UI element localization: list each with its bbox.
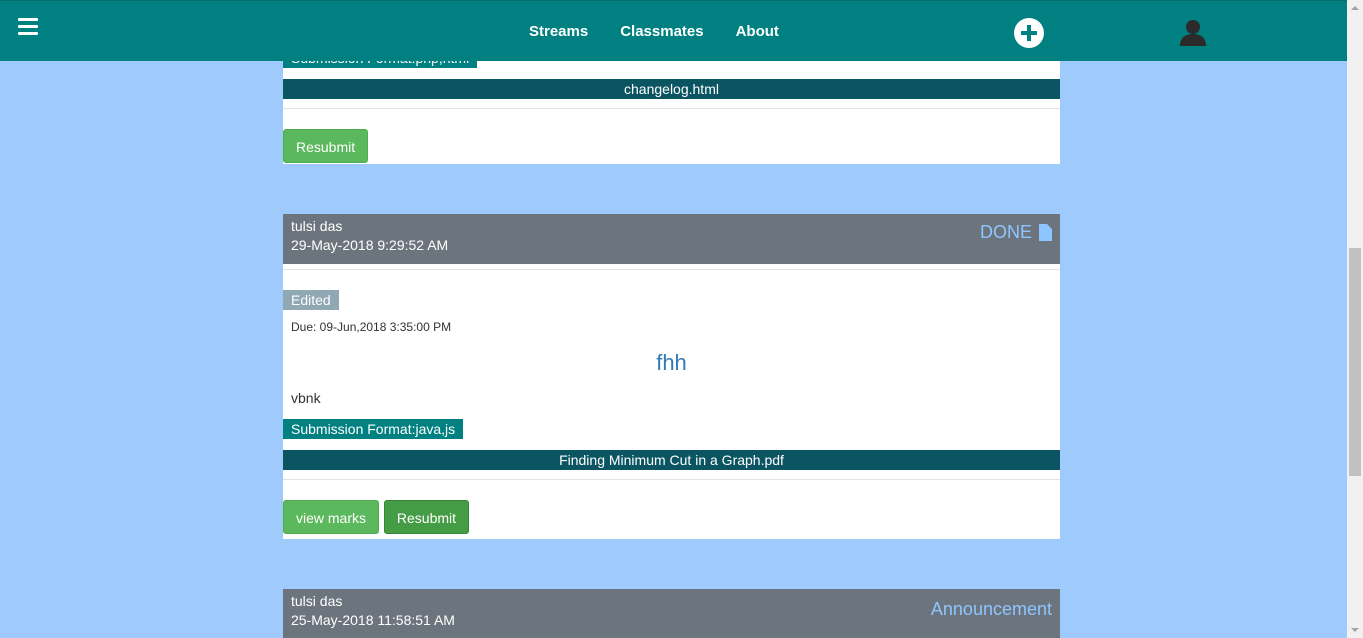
status-text: DONE: [979, 222, 1032, 242]
card-header: tulsi das 29-May-2018 9:29:52 AM DONE: [283, 214, 1060, 264]
card-header: tulsi das 25-May-2018 11:58:51 AM Announ…: [283, 589, 1060, 638]
file-icon: [1039, 224, 1052, 241]
nav-link-classmates[interactable]: Classmates: [604, 23, 719, 40]
plus-circle-icon[interactable]: [1014, 18, 1044, 48]
due-date: Due: 09-Jun,2018 3:35:00 PM: [291, 320, 452, 334]
nav-link-about[interactable]: About: [720, 23, 795, 40]
vertical-scrollbar[interactable]: [1347, 0, 1363, 638]
resubmit-button[interactable]: Resubmit: [383, 500, 470, 534]
post-card: tulsi das 25-May-2018 11:58:51 AM Announ…: [283, 589, 1060, 638]
post-card: tulsi das 29-May-2018 9:29:52 AM DONE Ed…: [283, 214, 1060, 539]
nav-links: Streams Classmates About: [513, 1, 795, 62]
status-text: Announcement: [930, 599, 1052, 619]
scroll-down-arrow-icon[interactable]: [1347, 622, 1363, 638]
assignment-title: fhh: [656, 350, 687, 375]
top-navbar: Streams Classmates About: [0, 0, 1347, 61]
resubmit-button[interactable]: Resubmit: [283, 129, 369, 163]
hamburger-icon[interactable]: [18, 18, 38, 36]
status-label: Announcement: [931, 599, 1052, 620]
assignment-description: vbnk: [291, 390, 321, 406]
submission-format-badge: Submission Format:java,js: [283, 419, 464, 439]
status-label: DONE: [980, 222, 1052, 243]
scroll-thumb[interactable]: [1349, 248, 1361, 476]
nav-link-streams[interactable]: Streams: [513, 23, 604, 40]
attachment-file-link[interactable]: changelog.html: [283, 79, 1060, 99]
scroll-up-arrow-icon[interactable]: [1347, 0, 1363, 16]
user-icon[interactable]: [1179, 18, 1207, 46]
author-name: tulsi das: [291, 218, 343, 234]
view-marks-button[interactable]: view marks: [283, 500, 380, 534]
edited-badge: Edited: [283, 290, 339, 310]
post-timestamp: 29-May-2018 9:29:52 AM: [291, 237, 449, 253]
attachment-file-link[interactable]: Finding Minimum Cut in a Graph.pdf: [283, 450, 1060, 470]
